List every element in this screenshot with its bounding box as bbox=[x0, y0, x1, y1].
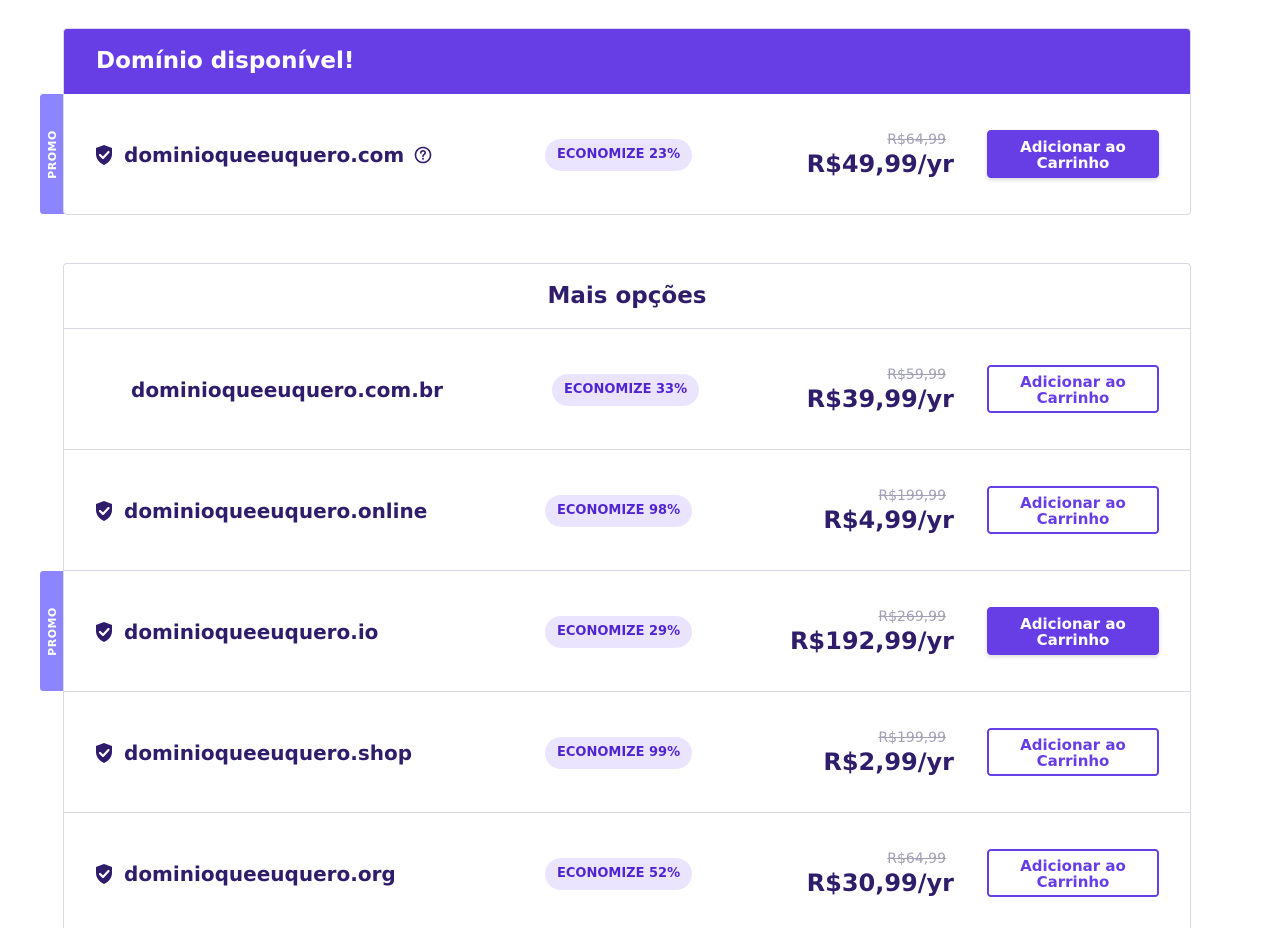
discount-badge: ECONOMIZE 33% bbox=[552, 374, 700, 406]
domain-name: dominioqueeuquero.shop bbox=[124, 740, 413, 765]
discount-badge: ECONOMIZE 98% bbox=[545, 495, 693, 527]
add-to-cart-button[interactable]: Adicionar ao Carrinho bbox=[987, 849, 1159, 897]
domain-name: dominioqueeuquero.online bbox=[124, 498, 428, 523]
old-price: R$64,99 bbox=[887, 131, 946, 148]
price: R$2,99/yr bbox=[823, 747, 954, 776]
domain-name: dominioqueeuquero.io bbox=[124, 619, 379, 644]
old-price: R$269,99 bbox=[878, 608, 946, 625]
domain-name: dominioqueeuquero.com.br bbox=[131, 377, 444, 402]
discount-badge: ECONOMIZE 29% bbox=[545, 616, 693, 648]
domain-row: dominioqueeuquero.com ECONOMIZE 23% R$64… bbox=[64, 94, 1190, 214]
shield-check-icon bbox=[96, 621, 112, 642]
add-to-cart-button[interactable]: Adicionar ao Carrinho bbox=[987, 728, 1159, 776]
promo-label: PROMO bbox=[45, 129, 59, 179]
domain-row: dominioqueeuquero.org ECONOMIZE 52% R$64… bbox=[64, 813, 1190, 928]
domain-row: dominioqueeuquero.io ECONOMIZE 29% R$269… bbox=[64, 571, 1190, 692]
discount-badge: ECONOMIZE 52% bbox=[545, 858, 693, 890]
domain-row: dominioqueeuquero.online ECONOMIZE 98% R… bbox=[64, 450, 1190, 571]
available-title: Domínio disponível! bbox=[64, 29, 1190, 94]
shield-check-icon bbox=[96, 500, 112, 521]
promo-label: PROMO bbox=[45, 606, 59, 656]
domain-name: dominioqueeuquero.com bbox=[124, 142, 405, 167]
add-to-cart-button[interactable]: Adicionar ao Carrinho bbox=[987, 130, 1159, 178]
shield-check-icon bbox=[96, 742, 112, 763]
add-to-cart-button[interactable]: Adicionar ao Carrinho bbox=[987, 607, 1159, 655]
old-price: R$64,99 bbox=[887, 850, 946, 867]
price: R$49,99/yr bbox=[806, 149, 954, 178]
shield-check-icon bbox=[96, 144, 112, 165]
old-price: R$199,99 bbox=[878, 487, 946, 504]
price: R$4,99/yr bbox=[823, 505, 954, 534]
domain-row: dominioqueeuquero.com.br ECONOMIZE 33% R… bbox=[64, 329, 1190, 450]
discount-badge: ECONOMIZE 99% bbox=[545, 737, 693, 769]
price: R$30,99/yr bbox=[806, 868, 954, 897]
old-price: R$199,99 bbox=[878, 729, 946, 746]
domain-row: dominioqueeuquero.shop ECONOMIZE 99% R$1… bbox=[64, 692, 1190, 813]
domain-name: dominioqueeuquero.org bbox=[124, 861, 396, 886]
price: R$192,99/yr bbox=[789, 626, 954, 655]
more-options-card: Mais opções dominioqueeuquero.com.br ECO… bbox=[63, 263, 1191, 928]
promo-ribbon: PROMO bbox=[40, 571, 64, 691]
help-circle-icon[interactable] bbox=[414, 146, 432, 164]
old-price: R$59,99 bbox=[887, 366, 946, 383]
available-domain-card: Domínio disponível! dominioqueeuquero.co… bbox=[63, 28, 1191, 215]
more-options-title: Mais opções bbox=[64, 264, 1190, 329]
discount-badge: ECONOMIZE 23% bbox=[545, 139, 693, 171]
add-to-cart-button[interactable]: Adicionar ao Carrinho bbox=[987, 486, 1159, 534]
shield-check-icon bbox=[96, 863, 112, 884]
price: R$39,99/yr bbox=[806, 384, 954, 413]
promo-ribbon: PROMO bbox=[40, 94, 64, 214]
add-to-cart-button[interactable]: Adicionar ao Carrinho bbox=[987, 365, 1159, 413]
